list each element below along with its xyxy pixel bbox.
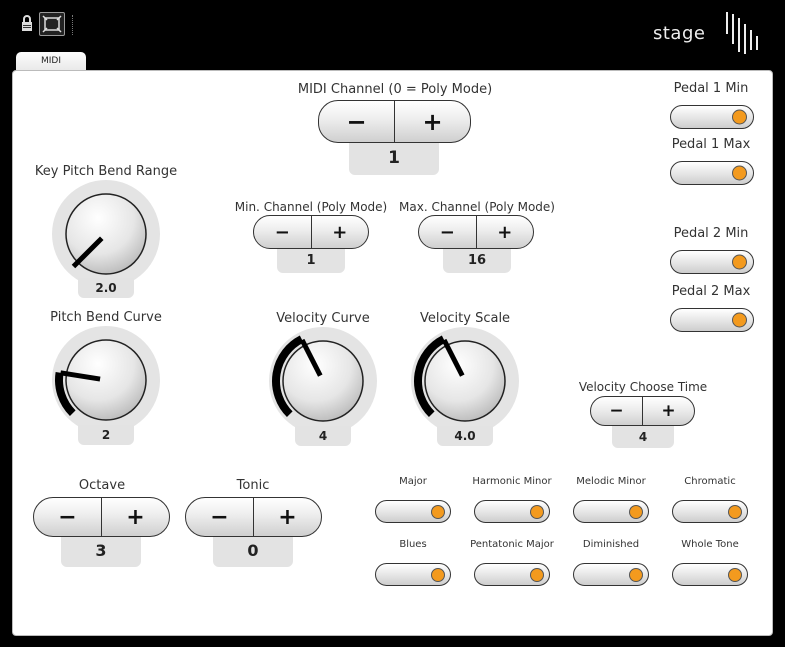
tonic-plus-button[interactable]: + <box>253 498 321 536</box>
scale-harmonic-minor-label: Harmonic Minor <box>472 476 552 487</box>
scale-major-indicator <box>431 504 445 519</box>
pitch-bend-curve-knob-face <box>65 339 147 421</box>
key-pitch-bend-range-value: 2.0 <box>78 278 134 298</box>
pedal-1-max-label: Pedal 1 Max <box>671 137 751 152</box>
octave-minus-button[interactable]: − <box>34 498 101 536</box>
pedal-1-min-label: Pedal 1 Min <box>673 81 749 96</box>
scale-blues-indicator <box>431 567 445 582</box>
octave-value: 3 <box>61 537 141 567</box>
velocity-choose-time-value: 4 <box>612 426 674 448</box>
midi-channel-minus-button[interactable]: − <box>319 101 394 142</box>
scale-diminished-indicator <box>629 567 643 582</box>
scale-pentatonic-major-toggle[interactable] <box>474 563 550 586</box>
midi-channel-stepper: − + <box>318 100 471 143</box>
velocity-scale-label: Velocity Scale <box>419 311 511 326</box>
scale-whole-tone-indicator <box>728 567 742 582</box>
scale-melodic-minor-label: Melodic Minor <box>576 476 646 487</box>
min-channel-plus-button[interactable]: + <box>310 216 369 248</box>
scale-major-toggle[interactable] <box>375 500 451 523</box>
tonic-value: 0 <box>213 537 293 567</box>
scale-pentatonic-major-indicator <box>530 567 544 582</box>
scale-harmonic-minor-indicator <box>530 504 544 519</box>
max-channel-value: 16 <box>443 249 511 273</box>
min-channel-label: Min. Channel (Poly Mode) <box>234 200 388 214</box>
brand-logo-icon <box>726 12 758 54</box>
midi-channel-plus-button[interactable]: + <box>394 101 470 142</box>
tonic-minus-button[interactable]: − <box>186 498 253 536</box>
pedal-2-max-toggle[interactable] <box>670 308 754 332</box>
octave-label: Octave <box>78 478 126 493</box>
scale-chromatic-toggle[interactable] <box>672 500 748 523</box>
velocity-curve-value: 4 <box>295 426 351 446</box>
pitch-bend-curve-label: Pitch Bend Curve <box>50 310 162 325</box>
key-pitch-bend-range-label: Key Pitch Bend Range <box>34 164 178 179</box>
max-channel-stepper: − + <box>418 215 534 249</box>
pedal-2-min-indicator <box>732 254 747 270</box>
max-channel-plus-button[interactable]: + <box>475 216 534 248</box>
velocity-curve-label: Velocity Curve <box>276 311 370 326</box>
tab-midi[interactable]: MIDI <box>16 52 86 71</box>
min-channel-value: 1 <box>277 249 345 273</box>
scale-melodic-minor-toggle[interactable] <box>573 500 649 523</box>
velocity-choose-time-minus-button[interactable]: − <box>591 397 642 425</box>
tonic-stepper: − + <box>185 497 322 537</box>
scale-melodic-minor-indicator <box>629 504 643 519</box>
min-channel-stepper: − + <box>253 215 369 249</box>
pedal-2-max-indicator <box>732 312 747 328</box>
scale-blues-label: Blues <box>399 539 427 550</box>
scale-blues-toggle[interactable] <box>375 563 451 586</box>
pedal-2-max-label: Pedal 2 Max <box>671 284 751 299</box>
octave-stepper: − + <box>33 497 170 537</box>
midi-channel-label: MIDI Channel (0 = Poly Mode) <box>297 82 493 97</box>
min-channel-minus-button[interactable]: − <box>254 216 311 248</box>
scale-pentatonic-major-label: Pentatonic Major <box>470 539 554 550</box>
fit-screen-icon <box>42 15 62 33</box>
pedal-1-max-indicator <box>732 165 747 181</box>
max-channel-label: Max. Channel (Poly Mode) <box>399 200 555 214</box>
lock-button[interactable] <box>15 12 41 36</box>
velocity-scale-value: 4.0 <box>437 426 493 446</box>
scale-chromatic-label: Chromatic <box>684 476 736 487</box>
scale-whole-tone-toggle[interactable] <box>672 563 748 586</box>
midi-channel-value: 1 <box>349 143 439 175</box>
scale-diminished-toggle[interactable] <box>573 563 649 586</box>
pitch-bend-curve-value: 2 <box>78 425 134 445</box>
pedal-1-max-toggle[interactable] <box>670 161 754 185</box>
scale-major-label: Major <box>399 476 427 487</box>
velocity-scale-knob-face <box>424 340 506 422</box>
octave-plus-button[interactable]: + <box>101 498 169 536</box>
velocity-choose-time-plus-button[interactable]: + <box>642 397 694 425</box>
brand-label: stage <box>653 23 706 44</box>
pedal-2-min-label: Pedal 2 Min <box>673 226 749 241</box>
scale-whole-tone-label: Whole Tone <box>681 539 739 550</box>
velocity-choose-time-label: Velocity Choose Time <box>578 380 708 394</box>
scale-chromatic-indicator <box>728 504 742 519</box>
scale-harmonic-minor-toggle[interactable] <box>474 500 550 523</box>
toolbar-divider <box>72 15 74 35</box>
scale-diminished-label: Diminished <box>582 539 640 550</box>
tonic-label: Tonic <box>236 478 270 493</box>
pedal-2-min-toggle[interactable] <box>670 250 754 274</box>
lock-icon <box>22 15 32 31</box>
pedal-1-min-indicator <box>732 109 747 125</box>
velocity-curve-knob-face <box>282 340 364 422</box>
pedal-1-min-toggle[interactable] <box>670 105 754 129</box>
velocity-choose-time-stepper: − + <box>590 396 695 426</box>
max-channel-minus-button[interactable]: − <box>419 216 476 248</box>
fit-screen-button[interactable] <box>39 12 65 36</box>
